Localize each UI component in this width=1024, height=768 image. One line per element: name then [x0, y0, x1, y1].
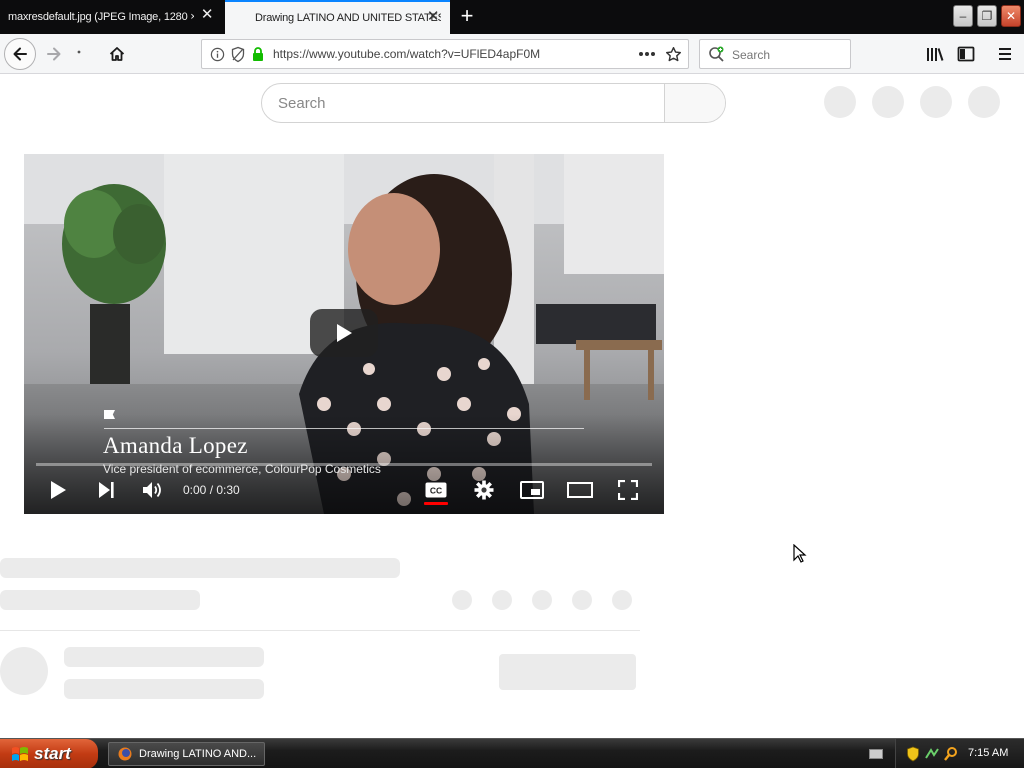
library-icon: [927, 48, 944, 61]
speaker-name: Amanda Lopez: [103, 433, 248, 458]
security-shield-icon[interactable]: [906, 746, 920, 762]
new-tab-button[interactable]: +: [456, 4, 478, 28]
tab-strip: maxresdefault.jpg (JPEG Image, 1280 × 72…: [0, 0, 1024, 34]
play-button[interactable]: [46, 478, 70, 502]
windows-logo-icon: [12, 747, 28, 761]
svg-text:CC: CC: [430, 486, 442, 496]
settings-button[interactable]: [472, 478, 496, 502]
clock: 7:15 AM: [968, 747, 1009, 759]
close-window-button[interactable]: ✕: [1001, 5, 1021, 27]
tracking-protection-icon[interactable]: [230, 46, 246, 63]
channel-avatar-placeholder: [0, 647, 48, 695]
address-bar[interactable]: https://www.youtube.com/watch?v=UFlED4ap…: [201, 39, 689, 69]
mouse-cursor-icon: [793, 544, 807, 563]
play-icon: [337, 324, 352, 342]
search-placeholder: Search: [732, 48, 771, 62]
fullscreen-icon: [618, 480, 638, 500]
back-arrow-icon: [13, 47, 27, 61]
browser-search-box[interactable]: Search: [699, 39, 851, 69]
reload-icon: [77, 50, 81, 54]
miniplayer-icon: [520, 481, 544, 499]
youtube-search-button[interactable]: [664, 84, 725, 122]
library-button[interactable]: [924, 42, 946, 66]
lock-icon: [253, 47, 263, 61]
next-button[interactable]: [94, 478, 118, 502]
maximize-button[interactable]: ❐: [977, 5, 997, 27]
taskbar: start Drawing LATINO AND... 7:15 AM: [0, 738, 1024, 768]
header-icon-placeholder: [824, 86, 856, 118]
theater-mode-button[interactable]: [567, 478, 593, 502]
video-player[interactable]: Amanda Lopez Vice president of ecommerce…: [24, 154, 664, 514]
progress-bar[interactable]: [36, 463, 652, 466]
channel-name-placeholder: [64, 647, 264, 667]
tab-close-icon[interactable]: ✕: [426, 9, 440, 24]
network-icon[interactable]: [924, 746, 940, 762]
info-icon[interactable]: [210, 47, 225, 62]
taskbar-item-label: Drawing LATINO AND...: [139, 748, 257, 760]
subscriber-count-placeholder: [64, 679, 264, 699]
bookmark-star-icon[interactable]: [665, 46, 682, 63]
menu-button[interactable]: [994, 42, 1016, 66]
url-text: https://www.youtube.com/watch?v=UFlED4ap…: [273, 47, 541, 61]
action-placeholder: [452, 590, 472, 610]
keyboard-icon[interactable]: [869, 748, 883, 760]
youtube-search-box[interactable]: Search: [261, 83, 726, 123]
subscribe-button-placeholder: [499, 654, 636, 690]
mute-button[interactable]: [141, 478, 165, 502]
large-play-button[interactable]: [310, 309, 378, 357]
taskbar-item-browser[interactable]: Drawing LATINO AND...: [108, 742, 265, 766]
avatar-placeholder: [968, 86, 1000, 118]
title-placeholder: [0, 558, 400, 578]
closed-captions-icon: CC: [425, 482, 447, 498]
forward-arrow-icon: [47, 47, 61, 61]
tab-title: maxresdefault.jpg (JPEG Image, 1280 × 72…: [8, 11, 194, 23]
tab-title: Drawing LATINO AND UNITED STATES: [255, 12, 441, 24]
page-content: Search Amanda Lopez Vice president of ec…: [0, 75, 1024, 737]
action-placeholder: [492, 590, 512, 610]
action-placeholder: [532, 590, 552, 610]
views-placeholder: [0, 590, 200, 610]
maximize-icon: ❐: [981, 9, 993, 23]
miniplayer-button[interactable]: [520, 478, 544, 502]
sidebar-button[interactable]: [955, 42, 977, 66]
forward-button[interactable]: [42, 42, 66, 66]
home-button[interactable]: [106, 42, 128, 66]
header-icon-placeholder: [920, 86, 952, 118]
header-icon-placeholder: [872, 86, 904, 118]
start-label: start: [34, 744, 71, 763]
theater-mode-icon: [567, 482, 593, 498]
back-button[interactable]: [4, 38, 36, 70]
youtube-search-placeholder: Search: [278, 95, 326, 112]
reload-button[interactable]: [70, 42, 88, 66]
lower-third-rule: [104, 428, 584, 429]
captions-button[interactable]: CC: [424, 478, 448, 502]
tab-jpeg-image[interactable]: maxresdefault.jpg (JPEG Image, 1280 × 72…: [0, 0, 224, 34]
tab-drawing-latino[interactable]: Drawing LATINO AND UNITED STATES ✕: [225, 0, 450, 34]
captions-active-indicator: [424, 502, 448, 505]
start-button[interactable]: start: [0, 739, 98, 768]
sidebar-icon: [957, 46, 975, 62]
volume-icon: [143, 482, 161, 498]
gear-icon: [474, 480, 494, 500]
page-actions-icon[interactable]: [638, 51, 656, 57]
skip-next-icon: [99, 482, 114, 498]
search-tray-icon[interactable]: [943, 746, 959, 762]
play-icon: [51, 481, 66, 499]
home-icon: [109, 47, 125, 61]
action-placeholder: [612, 590, 632, 610]
minimize-button[interactable]: –: [953, 5, 973, 27]
minimize-icon: –: [959, 9, 967, 23]
search-engine-icon: [709, 46, 724, 62]
nav-toolbar: https://www.youtube.com/watch?v=UFlED4ap…: [0, 34, 1024, 74]
divider: [0, 630, 640, 631]
action-placeholder: [572, 590, 592, 610]
tab-close-icon[interactable]: ✕: [200, 7, 214, 22]
close-icon: ✕: [1005, 9, 1017, 23]
menu-icon: [999, 48, 1011, 60]
firefox-icon: [118, 747, 132, 761]
fullscreen-button[interactable]: [616, 478, 640, 502]
time-display: 0:00 / 0:30: [183, 483, 240, 497]
